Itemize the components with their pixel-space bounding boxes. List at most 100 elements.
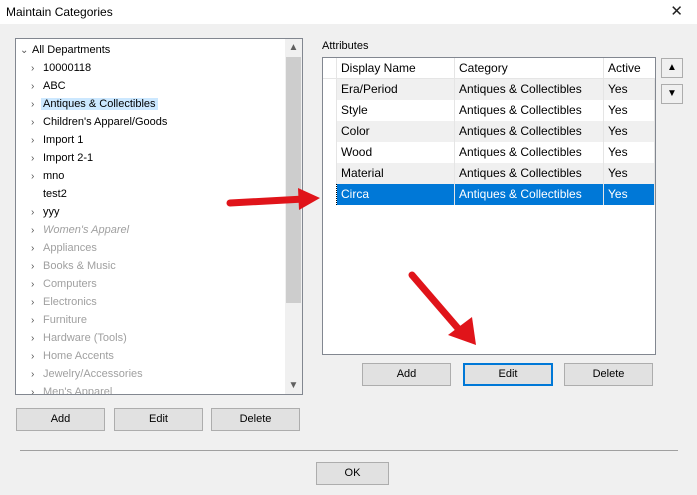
chevron-right-icon[interactable]: › — [31, 366, 43, 384]
attributes-grid[interactable]: Display Name Category Active Era/Period A… — [322, 57, 656, 355]
cell-category[interactable]: Antiques & Collectibles — [455, 142, 604, 163]
tree-item[interactable]: › Computers — [31, 275, 97, 293]
tree-item-label: Import 1 — [43, 134, 84, 146]
tree-item[interactable]: › Import 2-1 — [31, 149, 93, 167]
tree-item[interactable]: › Home Accents — [31, 347, 114, 365]
tree-item-label: Books & Music — [43, 260, 116, 272]
chevron-right-icon[interactable]: › — [31, 132, 43, 150]
tree-item[interactable]: › Jewelry/Accessories — [31, 365, 143, 383]
tree-item-label: Children's Apparel/Goods — [43, 116, 168, 128]
tree-add-button[interactable]: Add — [16, 408, 105, 431]
tree-item[interactable]: › mno — [31, 167, 64, 185]
chevron-down-icon[interactable]: ⌄ — [20, 42, 32, 60]
tree-item[interactable]: › Men's Apparel — [31, 383, 112, 394]
cell-display-name[interactable]: Material — [337, 163, 455, 184]
chevron-right-icon[interactable]: › — [31, 330, 43, 348]
chevron-right-icon[interactable]: › — [31, 168, 43, 186]
tree-item-label: Antiques & Collectibles — [41, 98, 158, 110]
cell-active[interactable]: Yes — [604, 121, 655, 142]
chevron-right-icon[interactable]: › — [31, 258, 43, 276]
chevron-right-icon[interactable]: › — [31, 294, 43, 312]
chevron-right-icon[interactable]: › — [31, 60, 43, 78]
tree-item-label: mno — [43, 170, 65, 182]
tree-item[interactable]: › Children's Apparel/Goods — [31, 113, 167, 131]
tree-item-label: ABC — [43, 80, 66, 92]
cell-category[interactable]: Antiques & Collectibles — [455, 184, 604, 205]
tree-root[interactable]: ⌄ All Departments — [20, 41, 110, 59]
tree-item-label: Electronics — [43, 296, 97, 308]
cell-display-name[interactable]: Wood — [337, 142, 455, 163]
triangle-down-icon: ▼ — [667, 88, 677, 99]
attributes-label: Attributes — [322, 40, 369, 52]
cell-active[interactable]: Yes — [604, 100, 655, 121]
row-header[interactable] — [323, 79, 337, 100]
scroll-up-icon[interactable]: ▲ — [285, 39, 302, 56]
row-header[interactable] — [323, 100, 337, 121]
column-header-category[interactable]: Category — [455, 58, 604, 79]
tree-scrollbar[interactable]: ▲ ▼ — [285, 39, 302, 394]
chevron-right-icon[interactable]: › — [31, 150, 43, 168]
chevron-right-icon[interactable]: › — [31, 204, 43, 222]
tree-item[interactable]: › Appliances — [31, 239, 97, 257]
tree-item[interactable]: › ABC — [31, 77, 66, 95]
chevron-right-icon[interactable]: › — [31, 348, 43, 366]
tree-item-label: Jewelry/Accessories — [43, 368, 143, 380]
chevron-right-icon[interactable]: › — [31, 276, 43, 294]
cell-active[interactable]: Yes — [604, 184, 655, 205]
annotation-arrow-right — [226, 188, 320, 210]
window-title: Maintain Categories — [6, 5, 113, 19]
tree-item[interactable]: › Hardware (Tools) — [31, 329, 127, 347]
tree-item[interactable]: › Antiques & Collectibles — [31, 95, 158, 113]
annotation-arrow-down — [408, 271, 476, 345]
cell-category[interactable]: Antiques & Collectibles — [455, 121, 604, 142]
cell-category[interactable]: Antiques & Collectibles — [455, 163, 604, 184]
scrollbar-thumb[interactable] — [286, 57, 301, 303]
close-icon[interactable]: ✕ — [670, 2, 683, 20]
tree-item-label: Computers — [43, 278, 97, 290]
footer-separator — [20, 450, 678, 451]
row-header[interactable] — [323, 184, 337, 205]
attr-delete-button[interactable]: Delete — [564, 363, 653, 386]
tree-item[interactable]: › yyy — [31, 203, 60, 221]
tree-item-label: Import 2-1 — [43, 152, 94, 164]
attr-edit-button[interactable]: Edit — [463, 363, 553, 386]
tree-item[interactable]: › Electronics — [31, 293, 97, 311]
chevron-right-icon[interactable]: › — [31, 312, 43, 330]
tree-edit-button[interactable]: Edit — [114, 408, 203, 431]
cell-display-name[interactable]: Era/Period — [337, 79, 455, 100]
tree-item[interactable]: › Women's Apparel — [31, 221, 129, 239]
row-header[interactable] — [323, 121, 337, 142]
row-header[interactable] — [323, 163, 337, 184]
move-up-button[interactable]: ▲ — [661, 58, 683, 78]
chevron-right-icon[interactable]: › — [31, 384, 43, 394]
tree-item[interactable]: › Import 1 — [31, 131, 83, 149]
cell-display-name[interactable]: Color — [337, 121, 455, 142]
row-header-corner — [323, 58, 337, 79]
ok-button[interactable]: OK — [316, 462, 389, 485]
column-header-active[interactable]: Active — [604, 58, 655, 79]
chevron-right-icon[interactable]: › — [31, 240, 43, 258]
cell-active[interactable]: Yes — [604, 163, 655, 184]
chevron-right-icon[interactable]: › — [31, 222, 43, 240]
cell-active[interactable]: Yes — [604, 142, 655, 163]
department-tree[interactable]: ⌄ All Departments › 10000118 › ABC › Antiques … — [15, 38, 303, 395]
tree-item[interactable]: › Books & Music — [31, 257, 116, 275]
tree-delete-button[interactable]: Delete — [211, 408, 300, 431]
tree-item-label: 10000118 — [43, 62, 92, 74]
cell-active[interactable]: Yes — [604, 79, 655, 100]
cell-display-name[interactable]: Circa — [337, 184, 455, 205]
move-down-button[interactable]: ▼ — [661, 84, 683, 104]
attr-add-button[interactable]: Add — [362, 363, 451, 386]
scroll-down-icon[interactable]: ▼ — [285, 377, 302, 394]
tree-item-label: Appliances — [43, 242, 97, 254]
cell-display-name[interactable]: Style — [337, 100, 455, 121]
row-header[interactable] — [323, 142, 337, 163]
tree-item[interactable]: › 10000118 — [31, 59, 91, 77]
chevron-right-icon[interactable]: › — [31, 114, 43, 132]
column-header-display-name[interactable]: Display Name — [337, 58, 455, 79]
tree-item[interactable]: › Furniture — [31, 311, 87, 329]
cell-category[interactable]: Antiques & Collectibles — [455, 79, 604, 100]
cell-category[interactable]: Antiques & Collectibles — [455, 100, 604, 121]
tree-item[interactable]: test2 — [31, 185, 67, 203]
chevron-right-icon[interactable]: › — [31, 78, 43, 96]
